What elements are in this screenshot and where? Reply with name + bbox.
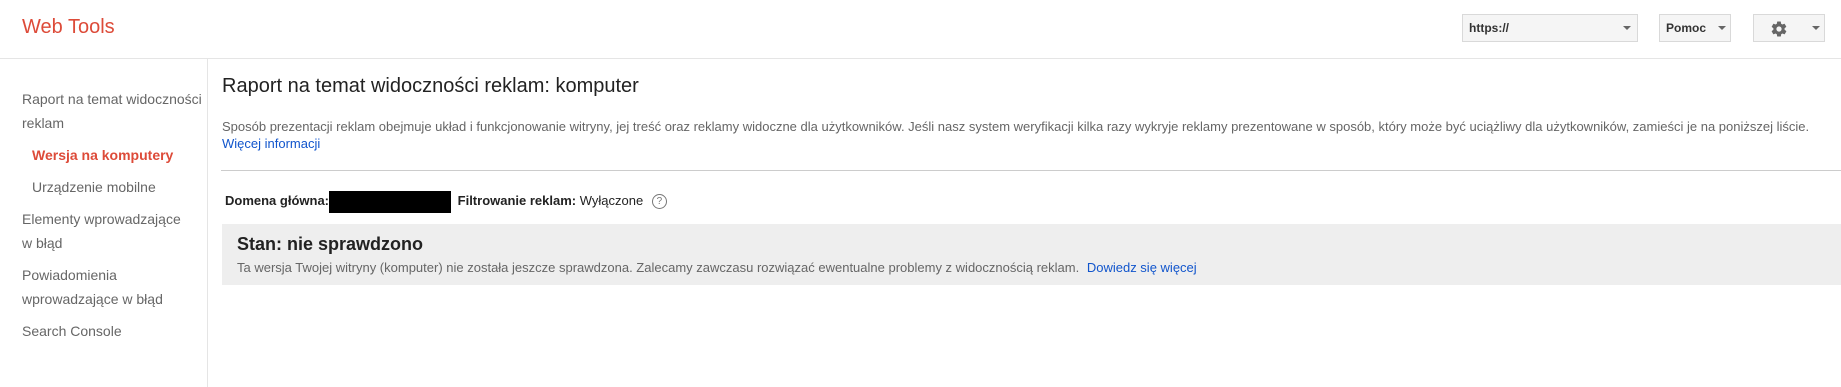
sidebar-item-mobile[interactable]: Urządzenie mobilne — [32, 175, 156, 199]
sidebar-item-label-line2: reklam — [22, 115, 65, 131]
app-logo[interactable]: Web Tools — [22, 16, 115, 39]
chevron-down-icon — [1718, 26, 1726, 30]
chevron-down-icon — [1812, 26, 1820, 30]
sidebar-item-label-line1: Elementy wprowadzające — [22, 211, 181, 227]
sidebar-item-search-console[interactable]: Search Console — [22, 319, 122, 343]
page-title: Raport na temat widoczności reklam: komp… — [222, 75, 639, 97]
top-bar: Web Tools https:// Pomoc — [0, 0, 1841, 59]
learn-more-link[interactable]: Więcej informacji — [222, 136, 320, 151]
domain-label: Domena główna: — [225, 193, 330, 208]
property-url-value: https:// — [1469, 21, 1509, 35]
domain-row: Domena główna: Filtrowanie reklam: Wyłąc… — [225, 189, 667, 213]
page-description: Sposób prezentacji reklam obejmuje układ… — [222, 118, 1841, 152]
sidebar-item-label-line1: Raport na temat widoczności — [22, 91, 202, 107]
chevron-down-icon — [1623, 26, 1631, 30]
sidebar-item-ad-experience-report[interactable]: Raport na temat widoczności reklam — [22, 87, 202, 135]
status-message: Ta wersja Twojej witryny (komputer) nie … — [237, 260, 1197, 275]
sidebar-item-desktop[interactable]: Wersja na komputery — [32, 143, 173, 167]
status-panel: Stan: nie sprawdzono Ta wersja Twojej wi… — [222, 224, 1841, 285]
settings-button[interactable] — [1753, 14, 1825, 42]
divider — [221, 170, 1841, 171]
sidebar: Raport na temat widoczności reklam Wersj… — [0, 59, 208, 387]
sidebar-item-label-line1: Powiadomienia — [22, 267, 117, 283]
ad-filter-value: Wyłączone — [579, 193, 644, 208]
sidebar-item-label-line2: w błąd — [22, 235, 63, 251]
sidebar-item-abusive-notifications[interactable]: Powiadomienia wprowadzające w błąd — [22, 263, 163, 311]
status-text: Ta wersja Twojej witryny (komputer) nie … — [237, 260, 1080, 275]
sidebar-item-abusive-experiences[interactable]: Elementy wprowadzające w błąd — [22, 207, 181, 255]
status-learn-more-link[interactable]: Dowiedz się więcej — [1087, 260, 1197, 275]
property-url-select[interactable]: https:// — [1462, 14, 1638, 42]
help-label: Pomoc — [1666, 21, 1707, 35]
gear-icon — [1771, 21, 1787, 37]
help-dropdown[interactable]: Pomoc — [1659, 14, 1731, 42]
status-title: Stan: nie sprawdzono — [237, 234, 424, 254]
redacted-domain — [329, 190, 452, 213]
description-text: Sposób prezentacji reklam obejmuje układ… — [222, 119, 1810, 134]
ad-filter-label: Filtrowanie reklam: — [457, 193, 577, 208]
help-icon[interactable]: ? — [651, 194, 667, 210]
sidebar-item-label-line2: wprowadzające w błąd — [22, 291, 163, 307]
